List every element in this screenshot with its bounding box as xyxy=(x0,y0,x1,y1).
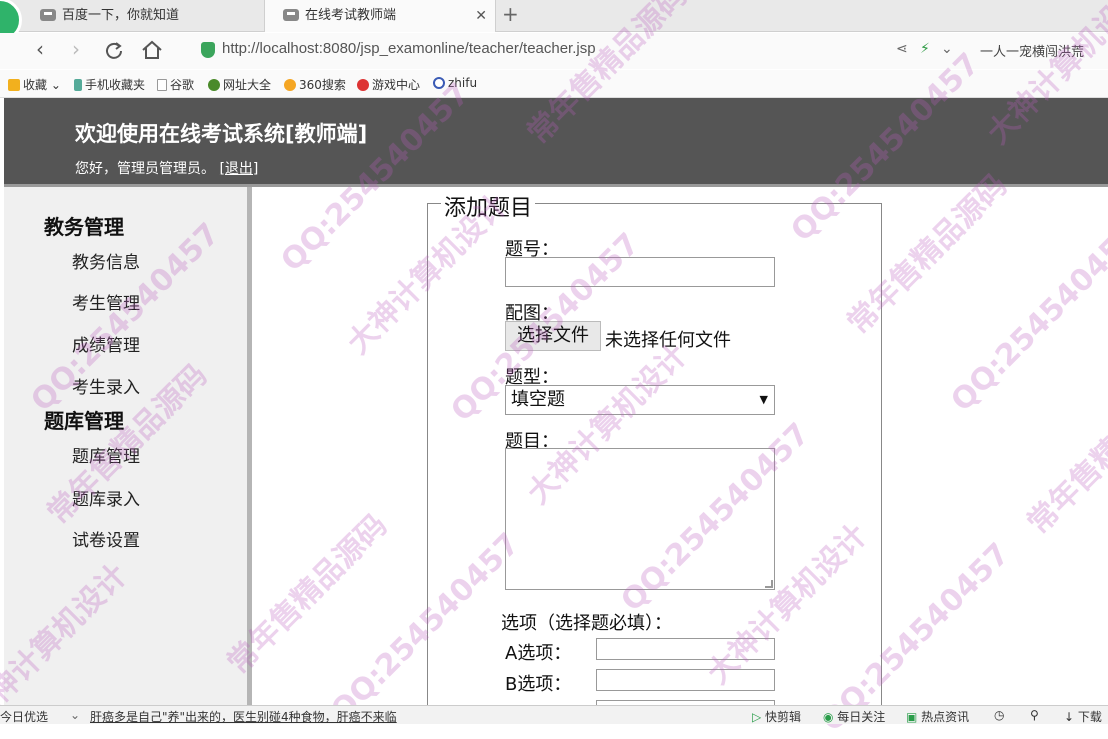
pin-icon[interactable]: ⚲ xyxy=(1030,708,1039,722)
new-tab-icon[interactable]: + xyxy=(502,2,519,26)
sidebar-item-score-management[interactable]: 成绩管理 xyxy=(72,331,140,356)
tab-title: 在线考试教师端 xyxy=(305,8,397,23)
status-daily-focus[interactable]: ◉ 每日关注 xyxy=(823,708,885,725)
page-title: 欢迎使用在线考试系统[教师端] xyxy=(75,122,368,146)
option-b-input[interactable] xyxy=(596,669,775,691)
bookmarks-bar: 收藏 ⌄ 手机收藏夹 谷歌 网址大全 360搜索 游戏中心 zhifu xyxy=(0,70,1108,98)
logout-link[interactable]: [退出] xyxy=(219,161,258,177)
page-icon xyxy=(157,79,167,91)
share-icon[interactable]: ⋖ xyxy=(896,41,908,57)
globe-icon xyxy=(208,79,220,91)
address-bar[interactable]: http://localhost:8080/jsp_examonline/tea… xyxy=(222,40,596,57)
sidebar-item-student-management[interactable]: 考生管理 xyxy=(72,289,140,314)
navigation-bar: ‹ › http://localhost:8080/jsp_examonline… xyxy=(0,33,1108,69)
sidebar-section-academic: 教务管理 xyxy=(44,215,124,239)
status-download[interactable]: ↓ 下载 xyxy=(1064,708,1102,725)
bookmark-zhifu[interactable]: zhifu xyxy=(433,76,477,90)
option-b-label: B选项： xyxy=(505,674,572,695)
select-arrow-icon: ▼ xyxy=(759,393,768,406)
history-icon[interactable]: ◷ xyxy=(994,708,1004,722)
circle-play-icon: ◉ xyxy=(823,710,838,724)
greeting-text: 您好，管理员管理员。 xyxy=(75,161,215,177)
tab-baidu[interactable]: 百度一下，你就知道 xyxy=(22,0,262,32)
watermark: QQ:254540457 xyxy=(944,216,1108,419)
page-header: 欢迎使用在线考试系统[教师端] 您好，管理员管理员。 [退出] xyxy=(4,98,1108,184)
status-news-link[interactable]: 肝癌多是自己"养"出来的，医生别碰4种食物，肝癌不来临 xyxy=(90,708,397,725)
options-label: 选项（选择题必填）： xyxy=(501,613,672,634)
tab-favicon-icon xyxy=(283,9,299,21)
resize-grip-icon[interactable] xyxy=(765,580,773,588)
question-type-select[interactable]: 填空题 ▼ xyxy=(505,385,775,415)
search-hint[interactable]: 一人一宠横闯洪荒 xyxy=(980,41,1084,60)
sidebar-item-student-entry[interactable]: 考生录入 xyxy=(72,373,140,398)
option-a-label: A选项： xyxy=(505,643,572,664)
link-icon xyxy=(433,77,445,89)
sidebar: 教务管理 教务信息 考生管理 成绩管理 考生录入 题库管理 题库管理 题库录入 … xyxy=(4,187,252,707)
greeting: 您好，管理员管理员。 [退出] xyxy=(75,158,258,178)
star-icon xyxy=(8,79,20,91)
home-icon[interactable] xyxy=(141,40,163,60)
chevron-down-icon[interactable]: ⌄ xyxy=(70,708,80,722)
forward-icon[interactable]: › xyxy=(72,37,80,61)
choose-file-button[interactable]: 选择文件 xyxy=(505,321,601,351)
tab-favicon-icon xyxy=(40,9,56,21)
tab-teacher[interactable]: 在线考试教师端 ✕ xyxy=(264,0,496,32)
sidebar-item-question-entry[interactable]: 题库录入 xyxy=(72,485,140,510)
secure-shield-icon xyxy=(201,42,215,58)
lightning-icon[interactable]: ⚡ xyxy=(920,41,930,57)
sidebar-item-paper-settings[interactable]: 试卷设置 xyxy=(72,526,140,551)
phone-icon xyxy=(74,79,82,91)
bookmark-mobile[interactable]: 手机收藏夹 xyxy=(74,76,145,93)
sidebar-section-question-bank: 题库管理 xyxy=(44,409,124,433)
download-icon: ↓ xyxy=(1064,710,1078,724)
status-today-picks[interactable]: 今日优选 xyxy=(0,708,48,725)
sidebar-item-academic-info[interactable]: 教务信息 xyxy=(72,248,140,273)
play-icon: ▷ xyxy=(752,710,766,724)
search-engine-icon xyxy=(284,79,296,91)
reload-icon[interactable] xyxy=(104,41,124,61)
bookmark-sites[interactable]: 网址大全 xyxy=(208,76,271,93)
status-quick-edit[interactable]: ▷ 快剪辑 xyxy=(752,708,801,725)
back-icon[interactable]: ‹ xyxy=(36,37,44,61)
tab-bar: 百度一下，你就知道 在线考试教师端 ✕ + xyxy=(0,0,1108,42)
tab-title: 百度一下，你就知道 xyxy=(62,8,180,23)
question-content-textarea[interactable] xyxy=(505,448,775,590)
option-a-input[interactable] xyxy=(596,638,775,660)
game-icon xyxy=(357,79,369,91)
bookmark-google[interactable]: 谷歌 xyxy=(157,76,194,93)
question-number-input[interactable] xyxy=(505,257,775,287)
status-bar: 今日优选 ⌄ 肝癌多是自己"养"出来的，医生别碰4种食物，肝癌不来临 ▷ 快剪辑… xyxy=(0,705,1108,724)
close-tab-icon[interactable]: ✕ xyxy=(475,0,487,32)
sidebar-item-question-bank-management[interactable]: 题库管理 xyxy=(72,442,140,467)
bookmark-games[interactable]: 游戏中心 xyxy=(357,76,420,93)
news-icon: ▣ xyxy=(906,710,922,724)
file-status: 未选择任何文件 xyxy=(605,330,731,351)
watermark: 常年售精品源码 xyxy=(1020,367,1108,542)
question-type-value: 填空题 xyxy=(511,389,565,410)
form-legend: 添加题目 xyxy=(441,190,536,222)
dropdown-arrow-icon[interactable]: ⌄ xyxy=(941,41,953,57)
bookmark-360search[interactable]: 360搜索 xyxy=(284,76,346,93)
status-hot-news[interactable]: ▣ 热点资讯 xyxy=(906,708,969,725)
bookmark-favorites[interactable]: 收藏 ⌄ xyxy=(8,76,61,93)
